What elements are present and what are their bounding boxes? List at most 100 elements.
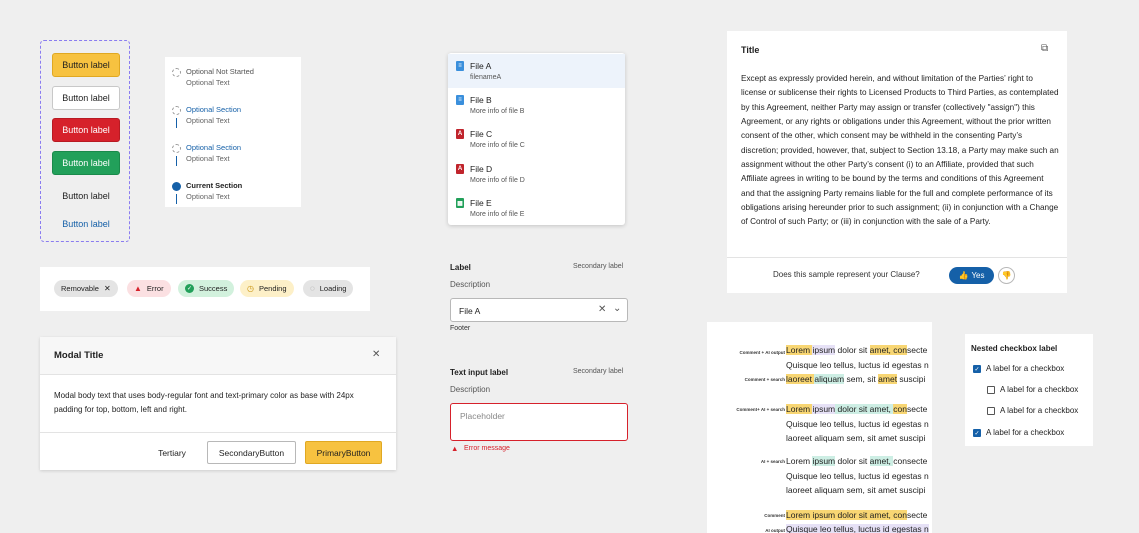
- highlight-line: Lorem ipsum dolor sit amet, consecte: [786, 510, 928, 520]
- step-current-icon: [172, 182, 181, 191]
- primary-button[interactable]: PrimaryButton: [305, 441, 382, 464]
- modal-title: Modal Title: [54, 350, 104, 361]
- file-item[interactable]: ≡ File A filenameA: [448, 54, 625, 88]
- stepper: Optional Not Started Optional Text Optio…: [165, 57, 301, 207]
- feedback-question: Does this sample represent your Clause?: [773, 270, 920, 279]
- no-button[interactable]: 👎: [998, 267, 1015, 284]
- checkbox-label[interactable]: A label for a checkbox: [986, 364, 1064, 373]
- checkbox-label[interactable]: A label for a checkbox: [1000, 385, 1078, 394]
- checkbox-label[interactable]: A label for a checkbox: [986, 428, 1064, 437]
- text-input-label: Text input label: [450, 368, 509, 377]
- highlight-line: laoreet aliquam sem, sit amet suscipi: [786, 485, 926, 495]
- external-link-icon[interactable]: ⧉: [1041, 43, 1048, 54]
- step-pending-icon: [172, 68, 181, 77]
- highlight-samples: Comment + AI output Lorem ipsum dolor si…: [707, 322, 932, 533]
- step-subtitle: Optional Text: [186, 116, 230, 125]
- step-pending-icon: [172, 144, 181, 153]
- file-item[interactable]: ≡ File B More info of file B: [448, 88, 625, 122]
- modal-footer: Tertiary SecondaryButton PrimaryButton: [40, 432, 396, 470]
- chevron-down-icon[interactable]: ⌄: [613, 303, 621, 314]
- dropdown-description: Description: [450, 280, 491, 289]
- step-title: Optional Section: [186, 105, 242, 114]
- error-message: Error message: [464, 445, 510, 452]
- step-subtitle: Optional Text: [186, 78, 230, 87]
- checkbox-unchecked[interactable]: [987, 386, 995, 394]
- modal-body: Modal body text that uses body-regular f…: [54, 391, 354, 414]
- checkbox-checked[interactable]: ✓: [973, 429, 981, 437]
- text-input-description: Description: [450, 385, 491, 394]
- tag-showcase: Removable ✕ ▲ Error ✓ Success ◷ Pending …: [40, 267, 370, 311]
- document-icon: ≡: [456, 95, 464, 105]
- highlight-line: Quisque leo tellus, luctus id egestas n: [786, 471, 929, 481]
- dropdown-secondary-label: Secondary label: [573, 263, 624, 270]
- close-icon[interactable]: ✕: [372, 349, 380, 360]
- step-pending-icon: [172, 106, 181, 115]
- clear-icon[interactable]: ✕: [598, 304, 606, 315]
- highlight-line: Quisque leo tellus, luctus id egestas n: [786, 419, 929, 429]
- checkbox-unchecked[interactable]: [987, 407, 995, 415]
- clause-title: Title: [741, 45, 760, 55]
- step-subtitle: Optional Text: [186, 192, 230, 201]
- checkbox-group-title: Nested checkbox label: [971, 344, 1058, 353]
- pdf-icon: A: [456, 164, 464, 174]
- highlight-label: AI + search: [760, 459, 785, 464]
- text-input[interactable]: Placeholder: [450, 403, 628, 441]
- file-item[interactable]: A File C More info of file C: [448, 122, 625, 156]
- button-showcase: Button label Button label Button label B…: [40, 40, 130, 242]
- highlight-label: Comment + search: [744, 377, 785, 382]
- checkbox-label[interactable]: A label for a checkbox: [1000, 406, 1078, 415]
- step-title: Current Section: [186, 181, 243, 190]
- success-tag: ✓ Success: [178, 280, 235, 297]
- highlight-line: laoreet aliquam sem, sit amet suscipi: [786, 374, 926, 384]
- danger-button[interactable]: Button label: [52, 118, 120, 142]
- highlight-line: Lorem ipsum dolor sit amet, consecte: [786, 345, 928, 355]
- secondary-button[interactable]: Button label: [52, 86, 120, 110]
- clock-icon: ◷: [247, 283, 254, 293]
- highlight-label: Comment: [764, 513, 785, 518]
- thumbs-down-icon: 👎: [1001, 271, 1012, 280]
- spinner-icon: ◌: [310, 283, 315, 293]
- highlight-line: Lorem ipsum dolor sit amet, consecte: [786, 456, 928, 466]
- clause-body: Except as expressly provided herein, and…: [741, 74, 1059, 227]
- tertiary-button[interactable]: Button label: [52, 184, 120, 208]
- file-item[interactable]: A File D More info of file D: [448, 157, 625, 191]
- highlight-line: Lorem ipsum dolor sit amet, consecte: [786, 404, 928, 414]
- clause-card: Title ⧉ Except as expressly provided her…: [727, 31, 1067, 293]
- warning-icon: ▲: [451, 444, 459, 453]
- clause-feedback: Does this sample represent your Clause? …: [727, 257, 1067, 293]
- dropdown-footer: Footer: [450, 325, 471, 332]
- yes-button[interactable]: 👍 Yes: [949, 267, 994, 284]
- thumbs-up-icon: 👍: [958, 271, 969, 280]
- step-title: Optional Not Started: [186, 67, 254, 76]
- highlight-label: AI output: [765, 528, 785, 533]
- file-item[interactable]: ▦ File E More info of file E: [448, 191, 625, 225]
- check-circle-icon: ✓: [185, 284, 194, 293]
- loading-tag: ◌ Loading: [303, 280, 354, 297]
- highlight-label: Comment+ AI + search: [736, 407, 785, 412]
- checkbox-checked[interactable]: ✓: [973, 365, 981, 373]
- modal-header: Modal Title ✕: [40, 337, 396, 375]
- file-list: ≡ File A filenameA ≡ File B More info of…: [448, 53, 625, 225]
- close-icon[interactable]: ✕: [104, 284, 111, 293]
- primary-button[interactable]: Button label: [52, 53, 120, 77]
- step-subtitle: Optional Text: [186, 154, 230, 163]
- modal-dialog: Modal Title ✕ Modal body text that uses …: [40, 337, 396, 470]
- secondary-button[interactable]: SecondaryButton: [207, 441, 296, 464]
- pending-tag: ◷ Pending: [240, 280, 294, 297]
- link-button[interactable]: Button label: [52, 212, 120, 236]
- dropdown-label: Label: [450, 263, 471, 272]
- document-icon: ≡: [456, 61, 464, 71]
- text-input-placeholder: Placeholder: [460, 411, 505, 421]
- pdf-icon: A: [456, 129, 464, 139]
- removable-tag: Removable ✕: [54, 280, 118, 297]
- error-tag: ▲ Error: [127, 280, 171, 297]
- highlight-line: laoreet aliquam sem, sit amet suscipi: [786, 433, 926, 443]
- highlight-label: Comment + AI output: [739, 350, 785, 355]
- warning-icon: ▲: [134, 283, 142, 293]
- highlight-line: Quisque leo tellus, luctus id egestas n: [786, 524, 929, 533]
- select-value: File A: [459, 306, 481, 316]
- success-button[interactable]: Button label: [52, 151, 120, 175]
- spreadsheet-icon: ▦: [456, 198, 464, 208]
- file-select[interactable]: File A ✕ ⌄: [450, 298, 628, 322]
- tertiary-button[interactable]: Tertiary: [148, 441, 196, 464]
